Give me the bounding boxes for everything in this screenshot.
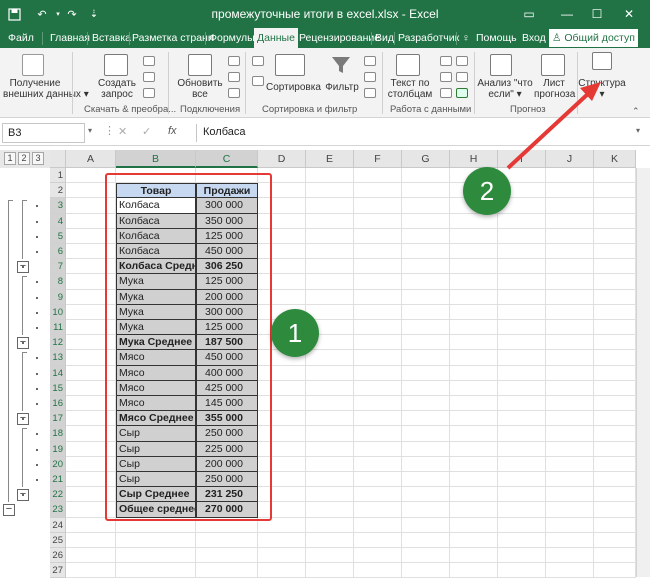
callout-badge-2: 2 [463, 167, 511, 215]
callout-arrow [506, 82, 601, 170]
